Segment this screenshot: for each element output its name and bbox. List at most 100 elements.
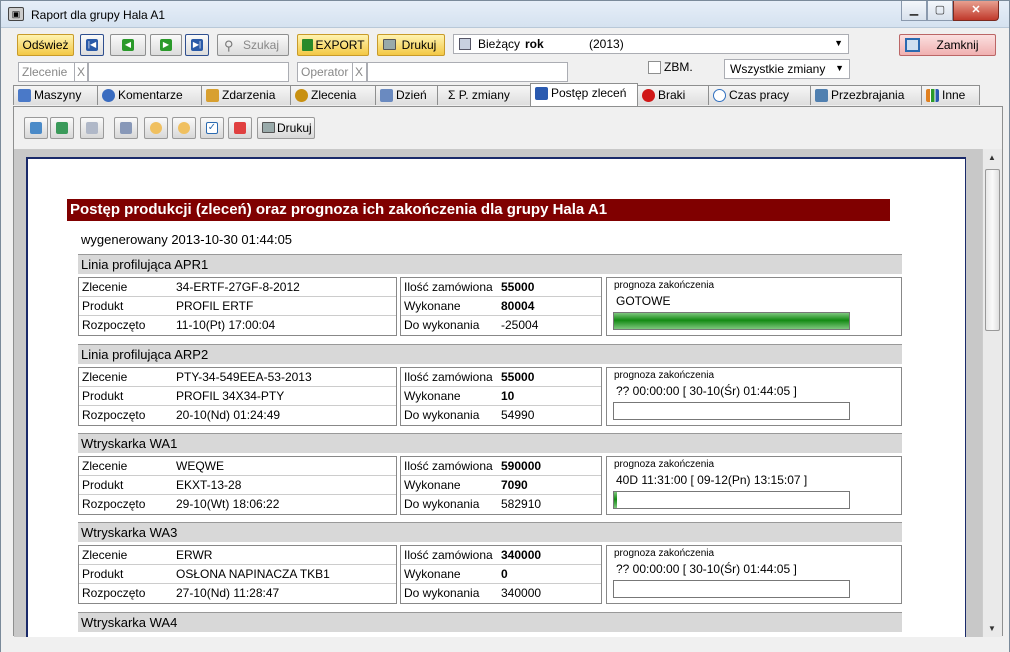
printer-icon (262, 122, 275, 133)
report-print-button[interactable]: Drukuj (257, 117, 315, 139)
todo-value: 340000 (501, 586, 542, 600)
order-label: Zlecenie (82, 370, 128, 384)
status-strip (1, 637, 1009, 652)
tab-changeovers[interactable]: Przezbrajania (810, 85, 922, 105)
forecast-label: prognoza zakończenia (614, 370, 715, 381)
started-label: Rozpoczęto (82, 318, 146, 332)
machines-icon (18, 89, 31, 102)
zoom-out-button[interactable] (144, 117, 168, 139)
zoom-page-button[interactable] (80, 117, 104, 139)
zoom-in-button[interactable] (172, 117, 196, 139)
forecast-label: prognoza zakończenia (614, 280, 715, 291)
scroll-down-icon[interactable]: ▼ (988, 624, 996, 633)
previous-icon: ◀ (122, 39, 134, 51)
todo-label: Do wykonania (404, 586, 480, 600)
ordered-value: 55000 (501, 280, 535, 294)
forecast-label: prognoza zakończenia (614, 459, 715, 470)
check-button[interactable]: ✓ (200, 117, 224, 139)
title-bar[interactable]: ▣ Raport dla grupy Hala A1 ▁ ▢ ✕ (1, 1, 1009, 28)
app-icon: ▣ (8, 7, 24, 21)
zbm-checkbox[interactable] (648, 61, 661, 74)
forecast-value: ?? 00:00:00 [ 30-10(Śr) 01:44:05 ] (616, 384, 797, 398)
year-select[interactable]: Bieżący rok (2013) ▼ (453, 34, 849, 54)
order-details: Zlecenie ERWR Produkt OSŁONA NAPINACZA TKB1… (78, 545, 397, 604)
zbm-label: ZBM. (664, 60, 693, 74)
tab-events[interactable]: Zdarzenia (201, 85, 291, 105)
operator-input[interactable] (367, 62, 568, 82)
report-section: Wtryskarka WA1 Zlecenie WEQWE Produkt EKXT-1… (78, 433, 902, 519)
chevron-down-icon: ▼ (834, 38, 843, 48)
done-label: Wykonane (404, 478, 461, 492)
window-icon (905, 38, 920, 52)
tab-machines[interactable]: Maszyny (13, 85, 98, 105)
list-icon (535, 87, 548, 100)
forecast-value: ?? 00:00:00 [ 30-10(Śr) 01:44:05 ] (616, 562, 797, 576)
tab-comments[interactable]: Komentarze (97, 85, 202, 105)
pdf-button[interactable] (228, 117, 252, 139)
page-setup-button[interactable] (114, 117, 138, 139)
order-value: WEQWE (176, 459, 224, 473)
tab-day[interactable]: Dzień (375, 85, 438, 105)
day-icon (380, 89, 393, 102)
product-value: OSŁONA NAPINACZA TKB1 (176, 567, 330, 581)
maximize-button[interactable]: ▢ (927, 1, 953, 21)
minimize-button[interactable]: ▁ (901, 1, 927, 21)
last-button[interactable]: ▶| (185, 34, 209, 56)
product-value: PROFIL 34X34-PTY (176, 389, 285, 403)
calendar-icon (459, 38, 471, 50)
zoom-page-icon (86, 122, 98, 134)
product-value: PROFIL ERTF (176, 299, 254, 313)
report-window: ▣ Raport dla grupy Hala A1 ▁ ▢ ✕ Odśwież… (0, 0, 1010, 652)
tab-order-progress[interactable]: Postęp zleceń (530, 83, 638, 106)
product-label: Produkt (82, 567, 124, 581)
tab-other[interactable]: Inne (921, 85, 980, 105)
started-value: 20-10(Nd) 01:24:49 (176, 408, 281, 422)
window-title: Raport dla grupy Hala A1 (31, 8, 166, 22)
forecast-label: prognoza zakończenia (614, 548, 715, 559)
pdf-icon (234, 122, 246, 134)
order-input[interactable] (88, 62, 289, 82)
tab-orders[interactable]: Zlecenia (290, 85, 376, 105)
close-window-button[interactable]: ✕ (953, 1, 999, 21)
refresh-button[interactable]: Odśwież (17, 34, 74, 56)
done-value: 80004 (501, 299, 535, 313)
vertical-scrollbar[interactable]: ▲ ▼ (982, 149, 1002, 637)
quantity-details: Ilość zamówiona 55000 Wykonane 80004 Do wyko… (400, 277, 602, 336)
order-details: Zlecenie PTY-34-549EEA-53-2013 Produkt PROF… (78, 367, 397, 426)
print-button[interactable]: Drukuj (377, 34, 445, 56)
refresh-report-button[interactable] (24, 117, 48, 139)
search-button[interactable]: ⚲ Szukaj (217, 34, 289, 56)
scroll-thumb[interactable] (985, 169, 1000, 331)
previous-button[interactable]: ◀ (110, 34, 146, 56)
started-value: 11-10(Pt) 17:00:04 (176, 318, 276, 332)
tab-defects[interactable]: Braki (637, 85, 709, 105)
first-button[interactable]: |◀ (80, 34, 104, 56)
order-value: ERWR (176, 548, 213, 562)
defects-icon (642, 89, 655, 102)
export-button[interactable]: EXPORT (297, 34, 369, 56)
order-label: Zlecenie (82, 459, 128, 473)
forecast-box: prognoza zakończenia 40D 11:31:00 [ 09-12… (606, 456, 902, 515)
scroll-up-icon[interactable]: ▲ (988, 153, 996, 162)
tab-work-time[interactable]: Czas pracy (708, 85, 811, 105)
order-label: Zlecenie (82, 548, 128, 562)
close-report-button[interactable]: Zamknij (899, 34, 996, 56)
reload-report-button[interactable] (50, 117, 74, 139)
quantity-details: Ilość zamówiona 55000 Wykonane 10 Do wykonan… (400, 367, 602, 426)
zoom-in-icon (178, 122, 190, 134)
ordered-label: Ilość zamówiona (404, 370, 493, 384)
tab-shift-sum[interactable]: Σ P. zmiany (437, 85, 531, 105)
product-value: EKXT-13-28 (176, 478, 242, 492)
report-section: Linia profilująca APR1 Zlecenie 34-ERTF-27… (78, 254, 902, 340)
check-icon: ✓ (206, 122, 218, 134)
next-button[interactable]: ▶ (150, 34, 182, 56)
zoom-out-icon (150, 122, 162, 134)
shifts-select[interactable]: Wszystkie zmiany ▼ (724, 59, 850, 79)
done-value: 0 (501, 567, 508, 581)
todo-label: Do wykonania (404, 408, 480, 422)
done-label: Wykonane (404, 567, 461, 581)
operator-clear-button[interactable]: X (352, 62, 367, 82)
order-clear-button[interactable]: X (74, 62, 88, 82)
ordered-label: Ilość zamówiona (404, 280, 493, 294)
orders-icon (295, 89, 308, 102)
